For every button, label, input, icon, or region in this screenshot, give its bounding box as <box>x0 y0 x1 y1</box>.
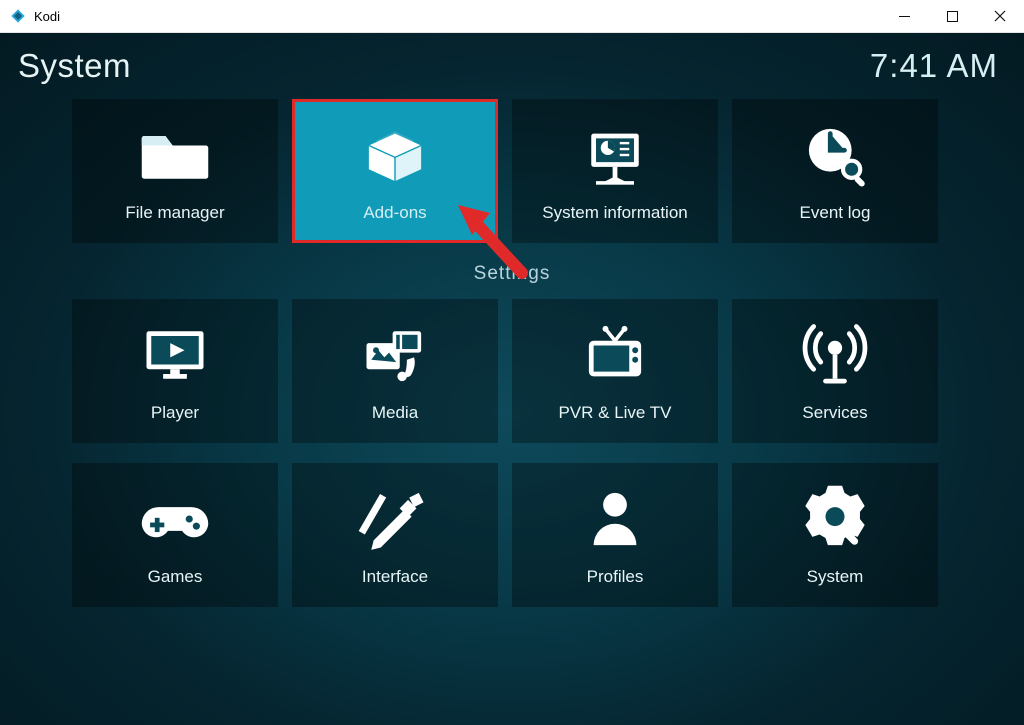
close-button[interactable] <box>976 0 1024 32</box>
tile-services[interactable]: Services <box>732 299 938 443</box>
maximize-button[interactable] <box>928 0 976 32</box>
titlebar-left: Kodi <box>0 8 60 24</box>
minimize-button[interactable] <box>880 0 928 32</box>
window-controls <box>880 0 1024 32</box>
tile-label: Media <box>372 403 418 423</box>
tile-label: System <box>807 567 864 587</box>
tile-system[interactable]: System <box>732 463 938 607</box>
clock: 7:41 AM <box>870 47 998 85</box>
gear-tool-icon <box>797 483 873 555</box>
tile-media[interactable]: Media <box>292 299 498 443</box>
page-title: System <box>18 47 131 85</box>
person-icon <box>577 483 653 555</box>
tile-label: Services <box>802 403 867 423</box>
app-body: System 7:41 AM File manager <box>0 33 1024 725</box>
tile-label: Interface <box>362 567 428 587</box>
tile-label: Add-ons <box>363 203 426 223</box>
tile-label: Games <box>148 567 203 587</box>
tile-label: Profiles <box>587 567 644 587</box>
tile-label: Player <box>151 403 199 423</box>
kodi-app-icon <box>10 8 26 24</box>
broadcast-icon <box>797 319 873 391</box>
clock-search-icon <box>797 119 873 191</box>
gamepad-icon <box>137 483 213 555</box>
tile-event-log[interactable]: Event log <box>732 99 938 243</box>
app-header: System 7:41 AM <box>0 33 1024 85</box>
tile-system-information[interactable]: System information <box>512 99 718 243</box>
box-icon <box>357 119 433 191</box>
tile-profiles[interactable]: Profiles <box>512 463 718 607</box>
tile-player[interactable]: Player <box>72 299 278 443</box>
folder-icon <box>137 119 213 191</box>
tile-pvr-live-tv[interactable]: PVR & Live TV <box>512 299 718 443</box>
tile-interface[interactable]: Interface <box>292 463 498 607</box>
tile-label: File manager <box>125 203 224 223</box>
tile-label: System information <box>542 203 688 223</box>
media-library-icon <box>357 319 433 391</box>
tv-icon <box>577 319 653 391</box>
window-title: Kodi <box>34 9 60 24</box>
settings-section-label: Settings <box>72 263 952 285</box>
window-titlebar: Kodi <box>0 0 1024 33</box>
settings-row-2: Games Interface <box>72 463 952 607</box>
tile-label: Event log <box>800 203 871 223</box>
monitor-play-icon <box>137 319 213 391</box>
presentation-chart-icon <box>577 119 653 191</box>
tile-addons[interactable]: Add-ons <box>292 99 498 243</box>
tile-file-manager[interactable]: File manager <box>72 99 278 243</box>
settings-row-1: Player Media <box>72 299 952 443</box>
tile-grid: File manager Add-ons <box>0 85 1024 657</box>
tile-games[interactable]: Games <box>72 463 278 607</box>
top-tile-row: File manager Add-ons <box>72 99 952 243</box>
tile-label: PVR & Live TV <box>558 403 671 423</box>
design-tools-icon <box>357 483 433 555</box>
